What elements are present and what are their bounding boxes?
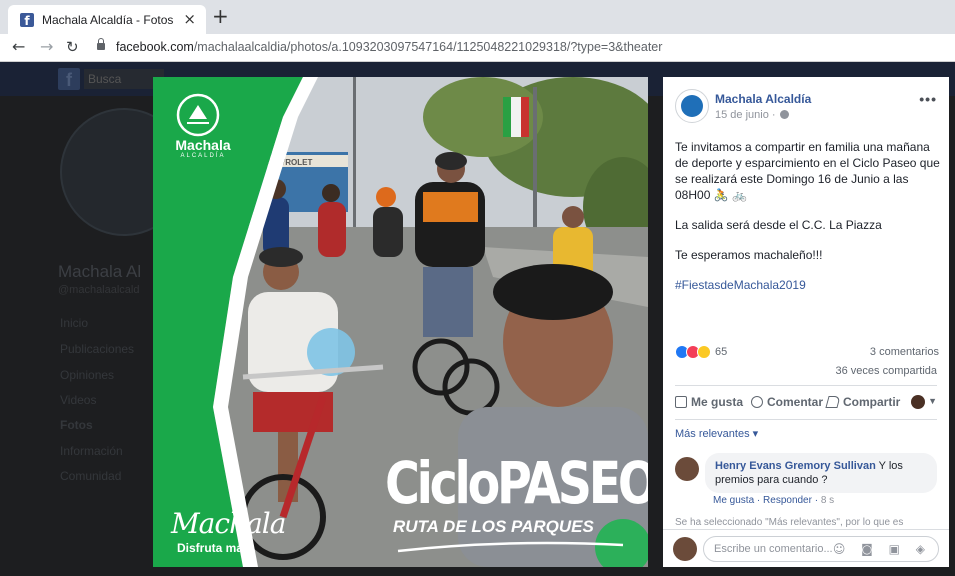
facebook-favicon-icon: f <box>20 13 34 28</box>
facebook-logo-icon: f <box>58 68 80 90</box>
like-label: Me gusta <box>691 395 744 409</box>
browser-tab[interactable]: f Machala Alcaldía - Fotos × <box>8 5 206 34</box>
page-area: f Busca Machala Al @machalaalcald Inicio… <box>0 62 955 576</box>
tab-title: Machala Alcaldía - Fotos <box>42 13 174 27</box>
chevron-down-icon[interactable]: ▼ <box>928 396 937 406</box>
new-tab-button[interactable]: + <box>212 4 229 28</box>
globe-icon <box>779 110 789 119</box>
close-tab-icon[interactable]: × <box>183 10 196 28</box>
lock-icon[interactable] <box>97 38 105 50</box>
reload-icon[interactable]: ↻ <box>66 38 79 56</box>
machala-bottom-logo: Machala <box>171 507 286 540</box>
ruta-subtitle: RUTA DE LOS PARQUES <box>393 517 594 536</box>
current-user-avatar <box>673 537 697 561</box>
share-label: Compartir <box>843 395 901 409</box>
background-menu-item: Opiniones <box>60 368 115 382</box>
ciclopaseo-title: CicloPASEO <box>385 449 648 517</box>
comment-button[interactable]: Comentar <box>751 395 823 409</box>
comment-composer: Escribe un comentario... ☺ ◙ ▣ ◈ <box>663 529 949 567</box>
comment-author[interactable]: Henry Evans Gremory Sullivan <box>715 460 876 472</box>
shares-count-link[interactable]: 36 veces compartida <box>836 365 938 377</box>
post-body: Te invitamos a compartir en familia una … <box>675 139 941 307</box>
composer-icons[interactable]: ☺ ◙ ▣ ◈ <box>833 542 931 556</box>
like-button[interactable]: Me gusta <box>675 395 743 409</box>
url-path: /machalaalcaldia/photos/a.10932030975471… <box>193 40 663 54</box>
post-author[interactable]: Machala Alcaldía <box>715 92 811 106</box>
commenter-avatar[interactable] <box>675 457 699 481</box>
address-bar[interactable]: facebook.com/machalaalcaldia/photos/a.10… <box>116 40 662 54</box>
post-actions: Me gusta Comentar Compartir ▼ <box>675 393 939 413</box>
comment-bubble: Henry Evans Gremory Sullivan Y los premi… <box>705 453 937 493</box>
comment-icon <box>751 396 763 408</box>
post-date-text: 15 de junio · <box>715 109 776 121</box>
comment-time: 8 s <box>820 495 835 506</box>
relevance-note: Se ha seleccionado "Más relevantes", por… <box>675 517 904 528</box>
reactions-summary[interactable]: 65 3 comentarios <box>675 345 939 361</box>
comment-label: Comentar <box>767 395 824 409</box>
post-paragraph: Te esperamos machaleño!!! <box>675 248 823 262</box>
comment-like-link[interactable]: Me gusta <box>713 495 754 506</box>
background-menu-item: Fotos <box>60 418 93 432</box>
more-options-icon[interactable]: ••• <box>919 91 937 107</box>
machala-slogan: Disfruta más <box>177 541 250 555</box>
theater-photo[interactable]: CHEVROLET Machala ALCALDÍA CicloPASEO RU… <box>153 77 648 567</box>
share-icon <box>825 396 841 408</box>
machala-logo-subtext: ALCALDÍA <box>180 153 226 159</box>
background-menu-item: Comunidad <box>60 469 122 483</box>
page-avatar-logo <box>681 95 703 117</box>
wow-reaction-icon <box>697 345 711 359</box>
divider <box>675 385 937 386</box>
background-menu-item: Publicaciones <box>60 342 135 356</box>
divider <box>675 419 937 420</box>
hashtag-link[interactable]: #FiestasdeMachala2019 <box>675 277 941 293</box>
page-avatar[interactable] <box>675 89 709 123</box>
post-side-panel: Machala Alcaldía 15 de junio · ••• Te in… <box>663 77 949 567</box>
comments-count-link[interactable]: 3 comentarios <box>870 346 939 358</box>
reactions-count: 65 <box>715 346 728 358</box>
comment-sort-dropdown[interactable]: Más relevantes ▾ <box>675 427 758 440</box>
url-host: facebook.com <box>116 40 194 54</box>
thumbs-up-icon <box>675 396 687 408</box>
background-menu-item: Videos <box>60 393 97 407</box>
browser-tab-bar: f Machala Alcaldía - Fotos × + <box>0 0 955 34</box>
post-paragraph: Te invitamos a compartir en familia una … <box>675 140 940 202</box>
comment-actions: Me gusta · Responder · 8 s <box>713 495 835 506</box>
post-paragraph: La salida será desde el C.C. La Piazza <box>675 218 882 232</box>
background-menu-item: Inicio <box>60 316 89 330</box>
background-page-name: Machala Al <box>58 262 142 281</box>
back-arrow-icon[interactable]: ← <box>12 37 25 56</box>
post-date[interactable]: 15 de junio · <box>715 109 789 121</box>
forward-arrow-icon[interactable]: → <box>40 37 53 56</box>
background-menu-item: Información <box>60 444 123 458</box>
background-search-input: Busca <box>84 69 164 89</box>
browser-toolbar: ← → ↻ facebook.com/machalaalcaldia/photo… <box>0 34 955 62</box>
machala-logo-text: Machala <box>175 137 231 153</box>
reaction-audience-avatar[interactable] <box>911 395 925 409</box>
share-button[interactable]: Compartir <box>825 395 901 409</box>
background-page-handle: @machalaalcald <box>58 284 140 296</box>
comment-reply-link[interactable]: Responder <box>763 495 812 506</box>
